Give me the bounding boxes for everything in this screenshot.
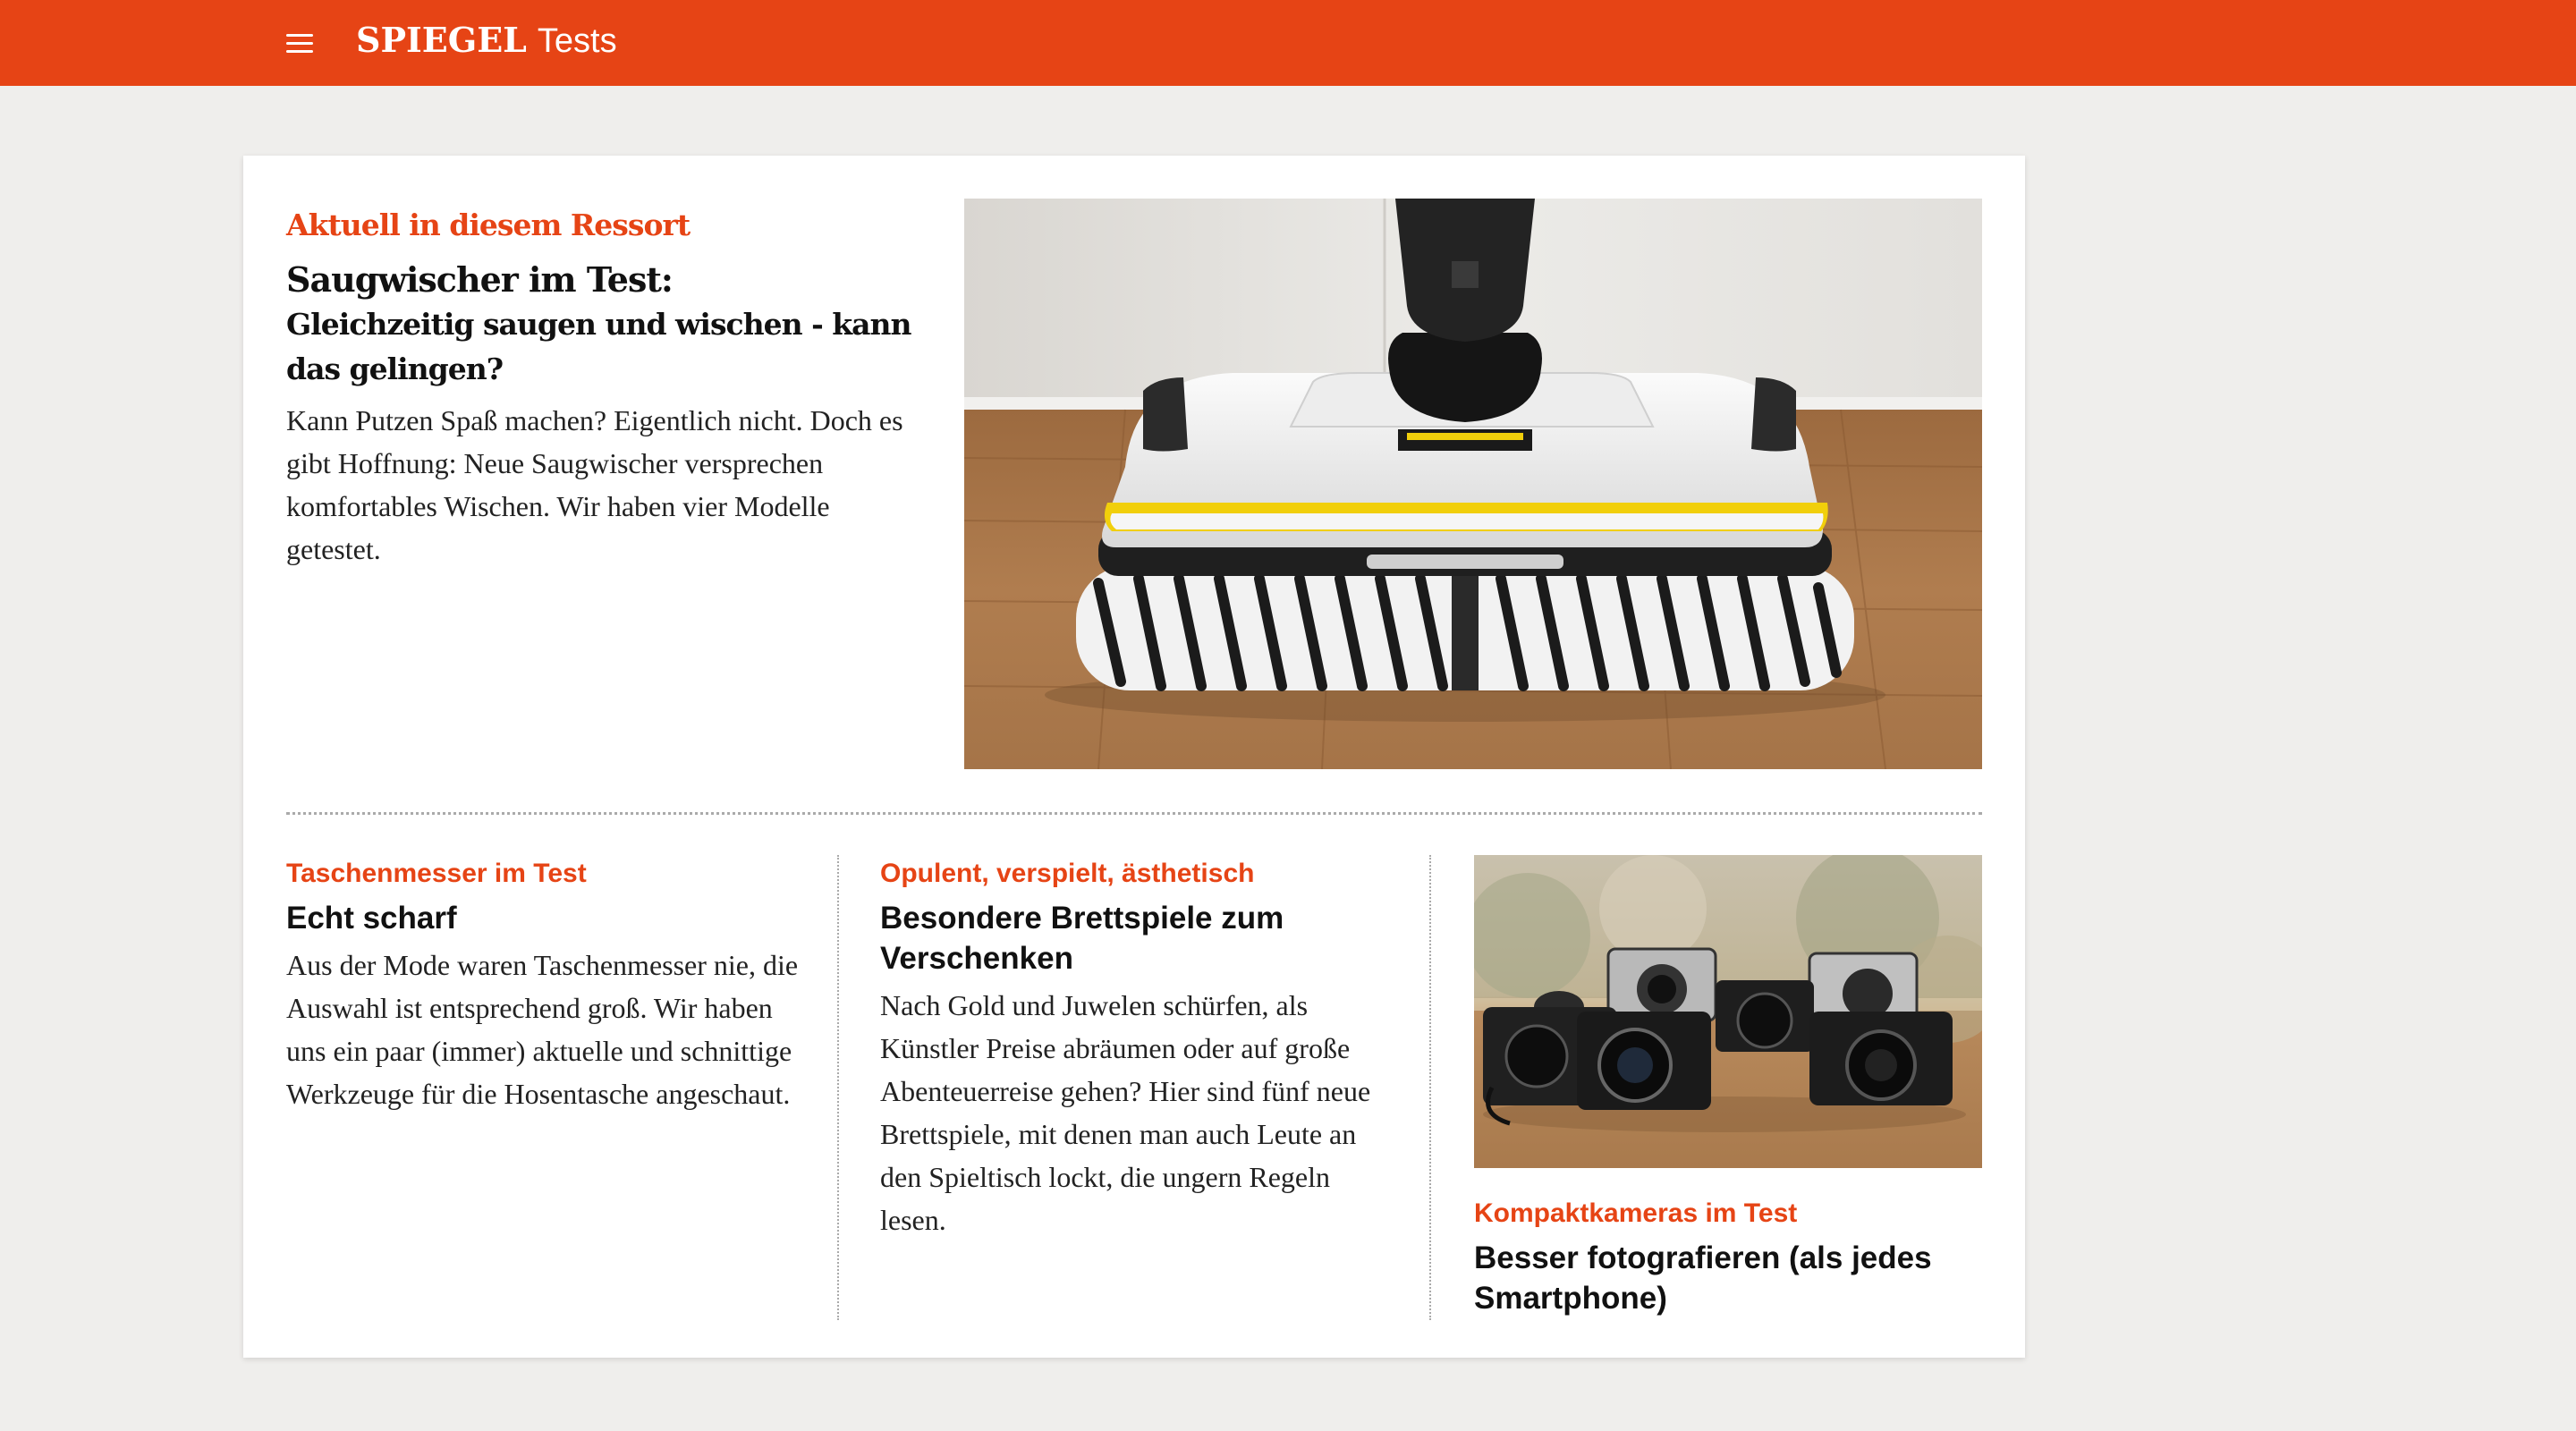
teaser-kicker: Kompaktkameras im Test: [1474, 1198, 1798, 1228]
vacuum-mop-illustration: [964, 199, 1982, 769]
hero-kicker: Aktuell in diesem Ressort: [286, 207, 691, 242]
teaser-title: Besser fotografieren (als jedes Smartpho…: [1474, 1240, 1932, 1316]
column-divider: [837, 855, 839, 1320]
site-header: SPIEGEL Tests: [0, 0, 2576, 86]
section-name: Tests: [537, 22, 617, 60]
teaser-body: Aus der Mode waren Taschenmesser nie, di…: [286, 949, 799, 1110]
hero-body: Kann Putzen Spaß machen? Eigentlich nich…: [286, 404, 903, 565]
teaser-compact-cameras[interactable]: Kompaktkameras im Test Besser fotografie…: [1474, 855, 1982, 1318]
teaser-title: Besondere Brettspiele zum Verschenken: [880, 901, 1284, 976]
hero-teaser-link[interactable]: Aktuell in diesem Ressort Saugwischer im…: [286, 206, 930, 571]
teaser-card: Aktuell in diesem Ressort Saugwischer im…: [243, 156, 2025, 1358]
hero-subtitle: Gleichzeitig saugen und wischen - kann d…: [286, 307, 912, 386]
hero-title: Saugwischer im Test:: [286, 259, 674, 300]
teaser-body: Nach Gold und Juwelen schürfen, als Küns…: [880, 989, 1371, 1236]
menu-line: [286, 42, 313, 45]
hamburger-menu-icon[interactable]: [284, 30, 317, 55]
teaser-title: Echt scharf: [286, 901, 457, 936]
section-divider: [286, 812, 1982, 815]
compact-cameras-image[interactable]: [1474, 855, 1982, 1168]
menu-line: [286, 34, 313, 37]
teaser-boardgames[interactable]: Opulent, verspielt, ästhetisch Besondere…: [880, 855, 1399, 1241]
cameras-illustration: [1474, 855, 1982, 1168]
brand-logo: SPIEGEL: [356, 20, 527, 60]
teaser-kicker: Taschenmesser im Test: [286, 859, 587, 888]
teaser-pocketknife[interactable]: Taschenmesser im Test Echt scharf Aus de…: [286, 855, 805, 1115]
site-logo-link[interactable]: SPIEGEL Tests: [356, 20, 617, 66]
column-divider: [1429, 855, 1431, 1320]
menu-line: [286, 50, 313, 53]
teaser-kicker: Opulent, verspielt, ästhetisch: [880, 859, 1255, 888]
hero-image-vacuum-mop[interactable]: [964, 199, 1982, 769]
